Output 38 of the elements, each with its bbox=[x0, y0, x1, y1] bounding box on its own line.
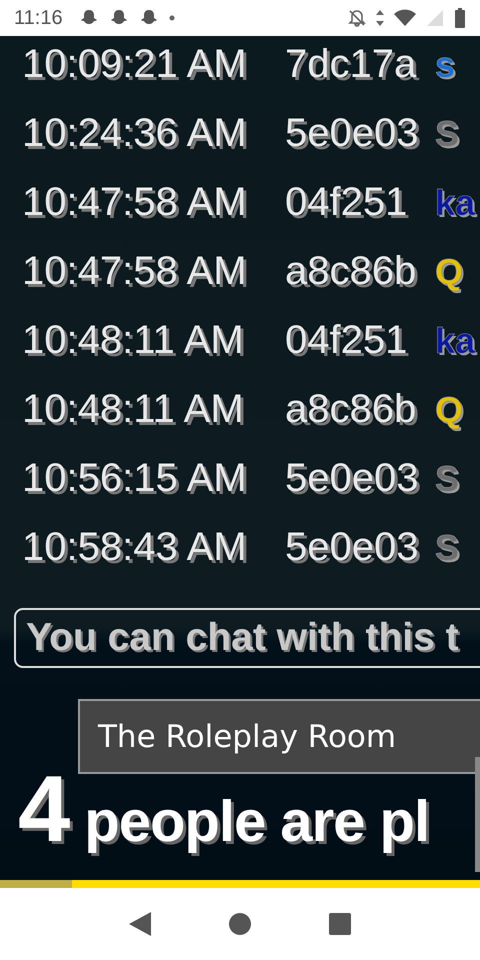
battery-icon bbox=[454, 8, 466, 28]
bell-muted-icon bbox=[348, 9, 366, 27]
user-name: Q bbox=[435, 250, 464, 292]
clock: 11:16 bbox=[14, 6, 63, 30]
message-time: 10:47:58 AM bbox=[22, 180, 248, 225]
user-name: ka bbox=[435, 182, 476, 224]
user-name: s bbox=[435, 44, 456, 86]
message-time: 10:48:11 AM bbox=[22, 387, 245, 432]
data-arrows-icon bbox=[376, 10, 384, 26]
message-time: 10:56:15 AM bbox=[22, 456, 248, 501]
user-name: S bbox=[435, 112, 460, 154]
dot-icon bbox=[168, 15, 175, 21]
user-id: 04f251 bbox=[285, 318, 408, 363]
message-time: 10:09:21 AM bbox=[22, 42, 248, 87]
wifi-icon bbox=[394, 9, 416, 27]
user-name: S bbox=[435, 458, 460, 500]
user-name: S bbox=[435, 526, 460, 568]
user-id: 5e0e03 bbox=[285, 525, 420, 570]
player-caption: people are pl bbox=[84, 788, 430, 855]
signal-icon bbox=[426, 9, 444, 27]
user-id: a8c86b bbox=[285, 249, 418, 294]
back-icon[interactable] bbox=[129, 912, 151, 936]
user-id: 7dc17a bbox=[285, 42, 418, 87]
message-time: 10:24:36 AM bbox=[22, 111, 248, 156]
message-time: 10:47:58 AM bbox=[22, 249, 248, 294]
room-title: The Roleplay Room bbox=[98, 718, 396, 754]
user-name: Q bbox=[435, 388, 464, 430]
player-count: 4 bbox=[18, 762, 70, 856]
home-icon[interactable] bbox=[229, 913, 251, 935]
user-id: 5e0e03 bbox=[285, 456, 420, 501]
user-name: ka bbox=[435, 320, 476, 362]
user-id: a8c86b bbox=[285, 387, 418, 432]
user-id: 04f251 bbox=[285, 180, 408, 225]
message-time: 10:58:43 AM bbox=[22, 525, 248, 570]
user-id: 5e0e03 bbox=[285, 111, 420, 156]
message-time: 10:48:11 AM bbox=[22, 318, 245, 363]
scrollbar[interactable] bbox=[475, 757, 480, 872]
notice-text: You can chat with this t bbox=[26, 616, 459, 660]
